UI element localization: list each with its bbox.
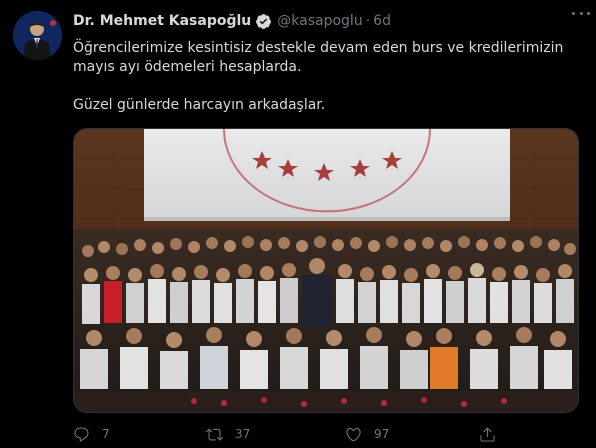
tweet-content: Dr. Mehmet Kasapoğlu @kasapoglu · 6d Öğr… [73, 12, 583, 115]
author-handle[interactable]: @kasapoglu [277, 12, 362, 30]
group-photo-image [74, 129, 578, 412]
more-icon[interactable] [572, 4, 590, 22]
like-action[interactable]: 97 [345, 426, 389, 443]
author-name[interactable]: Dr. Mehmet Kasapoğlu [73, 12, 251, 30]
retweet-count: 37 [235, 427, 251, 441]
separator-dot: · [365, 13, 371, 29]
tweet-photo[interactable] [73, 128, 579, 413]
retweet-action[interactable]: 37 [206, 426, 250, 443]
tweet[interactable]: Dr. Mehmet Kasapoğlu @kasapoglu · 6d Öğr… [0, 0, 596, 448]
avatar[interactable] [13, 11, 62, 60]
tweet-timestamp[interactable]: 6d [373, 12, 391, 30]
reply-action[interactable]: 7 [73, 426, 110, 443]
reply-count: 7 [102, 427, 110, 441]
tweet-text-paragraph-1: Öğrencilerimize kesintisiz destekle deva… [73, 40, 564, 75]
tweet-text-paragraph-2: Güzel günlerde harcayın arkadaşlar. [73, 97, 326, 113]
avatar-image [13, 11, 62, 60]
verified-badge-icon [255, 13, 272, 30]
retweet-icon [206, 428, 223, 440]
like-icon [346, 427, 361, 441]
share-icon [480, 427, 495, 442]
tweet-actions: 7 37 97 [73, 424, 543, 444]
like-count: 97 [374, 427, 390, 441]
tweet-text: Öğrencilerimize kesintisiz destekle deva… [73, 39, 578, 115]
share-action[interactable] [479, 426, 496, 443]
reply-icon [74, 427, 89, 442]
tweet-header: Dr. Mehmet Kasapoğlu @kasapoglu · 6d [73, 12, 583, 30]
